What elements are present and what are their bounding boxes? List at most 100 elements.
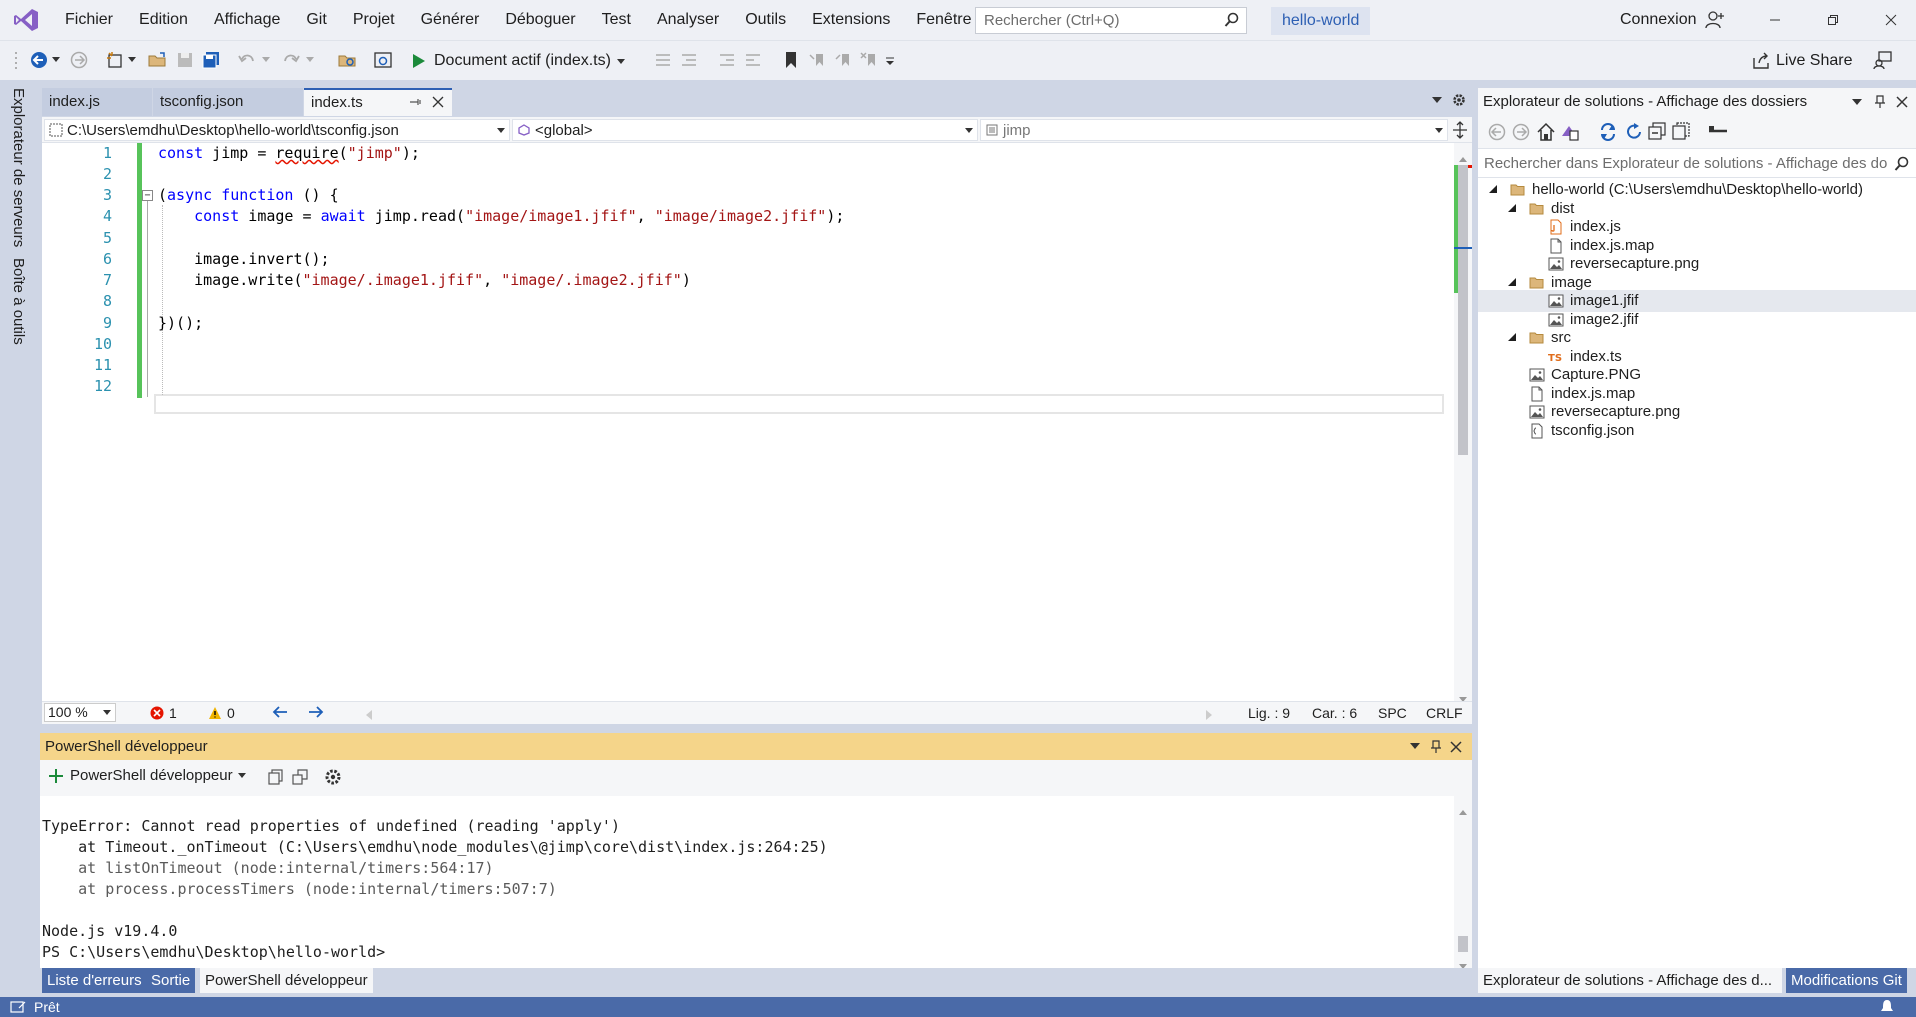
copy-icon[interactable] xyxy=(268,769,284,785)
clear-bookmarks-icon[interactable] xyxy=(858,49,880,71)
tab-tsconfig-json[interactable]: tsconfig.json xyxy=(153,88,303,116)
menu-item-affichage[interactable]: Affichage xyxy=(201,0,293,40)
new-terminal-button[interactable]: PowerShell développeur xyxy=(48,767,246,784)
outdent-icon[interactable] xyxy=(716,49,738,71)
pin-panel-icon[interactable] xyxy=(1430,740,1442,754)
sync-icon[interactable] xyxy=(1598,122,1618,142)
terminal-output[interactable]: TypeError: Cannot read properties of und… xyxy=(40,796,1472,969)
menu-item-analyser[interactable]: Analyser xyxy=(644,0,732,40)
switch-views-icon[interactable] xyxy=(1560,122,1580,142)
tab-developer-powershell[interactable]: PowerShell développeur xyxy=(200,968,373,993)
toolbox-tab[interactable]: Boîte à outils xyxy=(10,258,27,345)
new-project-icon[interactable] xyxy=(104,49,126,71)
next-bookmark-icon[interactable] xyxy=(832,49,854,71)
visual-studio-logo-icon[interactable] xyxy=(0,0,52,40)
window-dropdown-icon[interactable] xyxy=(1410,742,1420,750)
menu-item-test[interactable]: Test xyxy=(589,0,644,40)
scroll-thumb[interactable] xyxy=(1458,936,1468,952)
search-icon[interactable] xyxy=(1224,12,1240,32)
nav-project-dropdown[interactable]: C:\Users\emdhu\Desktop\hello-world\tscon… xyxy=(44,119,510,141)
zoom-dropdown[interactable]: 100 % xyxy=(44,703,116,722)
refresh-icon[interactable] xyxy=(1624,122,1644,142)
nav-scope-dropdown[interactable]: <global> xyxy=(512,119,978,141)
open-folder-icon[interactable] xyxy=(146,49,168,71)
menu-item-git[interactable]: Git xyxy=(293,0,339,40)
tab-index-ts[interactable]: index.ts xyxy=(304,88,452,116)
minimize-button[interactable] xyxy=(1752,0,1798,40)
menu-item-extensions[interactable]: Extensions xyxy=(799,0,903,40)
close-window-button[interactable] xyxy=(1868,0,1914,40)
save-all-icon[interactable] xyxy=(200,49,222,71)
editor-vertical-scrollbar[interactable] xyxy=(1454,143,1472,702)
new-dropdown-icon[interactable] xyxy=(126,49,138,71)
menu-item-outils[interactable]: Outils xyxy=(732,0,799,40)
menu-item-generer[interactable]: Générer xyxy=(408,0,493,40)
connexion-button[interactable]: Connexion xyxy=(1620,0,1725,40)
terminal-scrollbar[interactable] xyxy=(1454,796,1472,969)
scroll-up-icon[interactable] xyxy=(1459,802,1467,820)
menu-item-fenetre[interactable]: Fenêtre xyxy=(903,0,984,40)
solution-search-input[interactable]: Rechercher dans Explorateur de solutions… xyxy=(1478,148,1916,178)
search-input[interactable]: Rechercher (Ctrl+Q) xyxy=(975,7,1247,34)
redo-dropdown-icon[interactable] xyxy=(304,49,316,71)
comment-out-icon[interactable] xyxy=(652,49,674,71)
nav-member-dropdown[interactable]: jimp xyxy=(980,119,1448,141)
close-panel-icon[interactable] xyxy=(1450,741,1462,753)
home-icon[interactable] xyxy=(1536,122,1556,142)
terminal-settings-icon[interactable] xyxy=(324,768,342,786)
find-in-files-icon[interactable] xyxy=(336,49,358,71)
tab-index-js[interactable]: index.js xyxy=(42,88,152,116)
feedback-icon[interactable] xyxy=(1872,49,1894,71)
show-all-files-icon[interactable] xyxy=(1672,122,1690,140)
undo-icon[interactable] xyxy=(236,49,258,71)
uncomment-icon[interactable] xyxy=(678,49,700,71)
pin-panel-icon[interactable] xyxy=(1874,95,1886,109)
restore-button[interactable] xyxy=(1810,0,1856,40)
tab-git-changes[interactable]: Modifications Git xyxy=(1786,968,1907,993)
tab-output[interactable]: Sortie xyxy=(146,968,196,993)
close-panel-icon[interactable] xyxy=(1896,96,1908,108)
hscroll-left-icon[interactable] xyxy=(366,707,372,723)
notifications-icon[interactable] xyxy=(1880,999,1894,1015)
bookmark-icon[interactable] xyxy=(780,49,802,71)
menu-item-projet[interactable]: Projet xyxy=(340,0,408,40)
tab-solution-explorer[interactable]: Explorateur de solutions - Affichage des… xyxy=(1478,968,1782,993)
tab-list-dropdown-icon[interactable] xyxy=(1432,96,1442,104)
menu-item-deboguer[interactable]: Déboguer xyxy=(492,0,588,40)
whitespace-indicator[interactable]: SPC xyxy=(1378,705,1407,721)
properties-icon[interactable] xyxy=(1708,124,1728,138)
warning-count[interactable]: 0 xyxy=(208,705,235,721)
close-tab-icon[interactable] xyxy=(432,96,444,108)
indent-icon[interactable] xyxy=(742,49,764,71)
run-document-button[interactable]: Document actif (index.ts) xyxy=(412,47,627,75)
restore-terminal-icon[interactable] xyxy=(292,769,308,785)
column-indicator[interactable]: Car. : 6 xyxy=(1312,705,1357,721)
forward-icon[interactable] xyxy=(1512,123,1530,141)
tab-error-list[interactable]: Liste d'erreurs xyxy=(42,968,147,993)
scroll-thumb[interactable] xyxy=(1458,165,1468,455)
previous-issue-icon[interactable] xyxy=(272,705,288,722)
hscroll-right-icon[interactable] xyxy=(1206,707,1212,723)
split-editor-icon[interactable] xyxy=(1452,121,1468,139)
next-issue-icon[interactable] xyxy=(308,705,324,722)
line-ending-indicator[interactable]: CRLF xyxy=(1426,705,1463,721)
code-editor[interactable]: 1 2 3 4 5 6 7 8 9 10 11 12 − const jimp … xyxy=(42,143,1472,702)
error-count[interactable]: 1 xyxy=(150,705,177,721)
tree-item[interactable]: tsconfig.json xyxy=(1478,420,1916,442)
save-icon[interactable] xyxy=(174,49,196,71)
back-dropdown-icon[interactable] xyxy=(50,49,62,71)
back-icon[interactable] xyxy=(28,49,50,71)
redo-icon[interactable] xyxy=(280,49,302,71)
live-share-button[interactable]: Live Share xyxy=(1752,47,1853,75)
search-icon[interactable] xyxy=(1894,156,1910,172)
undo-dropdown-icon[interactable] xyxy=(260,49,272,71)
forward-icon[interactable] xyxy=(68,49,90,71)
editor-settings-icon[interactable] xyxy=(1452,93,1466,107)
collapse-region-icon[interactable]: − xyxy=(142,190,153,201)
collapse-all-icon[interactable] xyxy=(1648,122,1666,140)
menu-item-fichier[interactable]: Fichier xyxy=(52,0,126,40)
browser-icon[interactable] xyxy=(372,49,394,71)
server-explorer-tab[interactable]: Explorateur de serveurs xyxy=(10,88,27,247)
run-dropdown-icon[interactable] xyxy=(616,56,627,66)
toolbar-overflow-icon[interactable] xyxy=(884,49,896,71)
